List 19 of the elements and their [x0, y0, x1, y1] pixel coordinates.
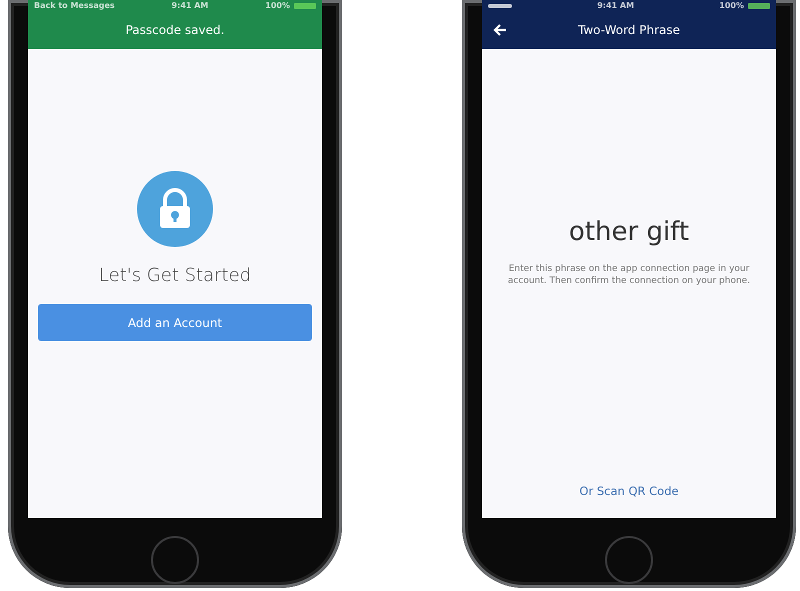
home-button[interactable] [605, 536, 653, 584]
status-time: 9:41 AM [597, 1, 634, 10]
battery-icon [748, 2, 770, 8]
battery-level: 100% [719, 1, 744, 10]
signal-icon [488, 4, 512, 8]
back-arrow-icon[interactable] [492, 22, 508, 38]
add-account-button[interactable]: Add an Account [38, 304, 312, 341]
battery-icon [294, 2, 316, 8]
padlock-icon [137, 171, 213, 247]
scan-qr-link[interactable]: Or Scan QR Code [579, 484, 679, 498]
status-time: 9:41 AM [172, 1, 208, 10]
home-button[interactable] [151, 536, 199, 584]
screen-title: Passcode saved. [126, 23, 224, 37]
back-link[interactable]: Back to Messages [34, 1, 115, 10]
phrase-text: other gift [568, 217, 690, 247]
instructions-text: Enter this phrase on the app connection page in your account. Then confirm the connection on your phone. [506, 263, 752, 287]
heading: Let's Get Started [98, 265, 252, 286]
battery-level: 100% [265, 1, 290, 10]
screen-title: Two-Word Phrase [578, 23, 680, 37]
